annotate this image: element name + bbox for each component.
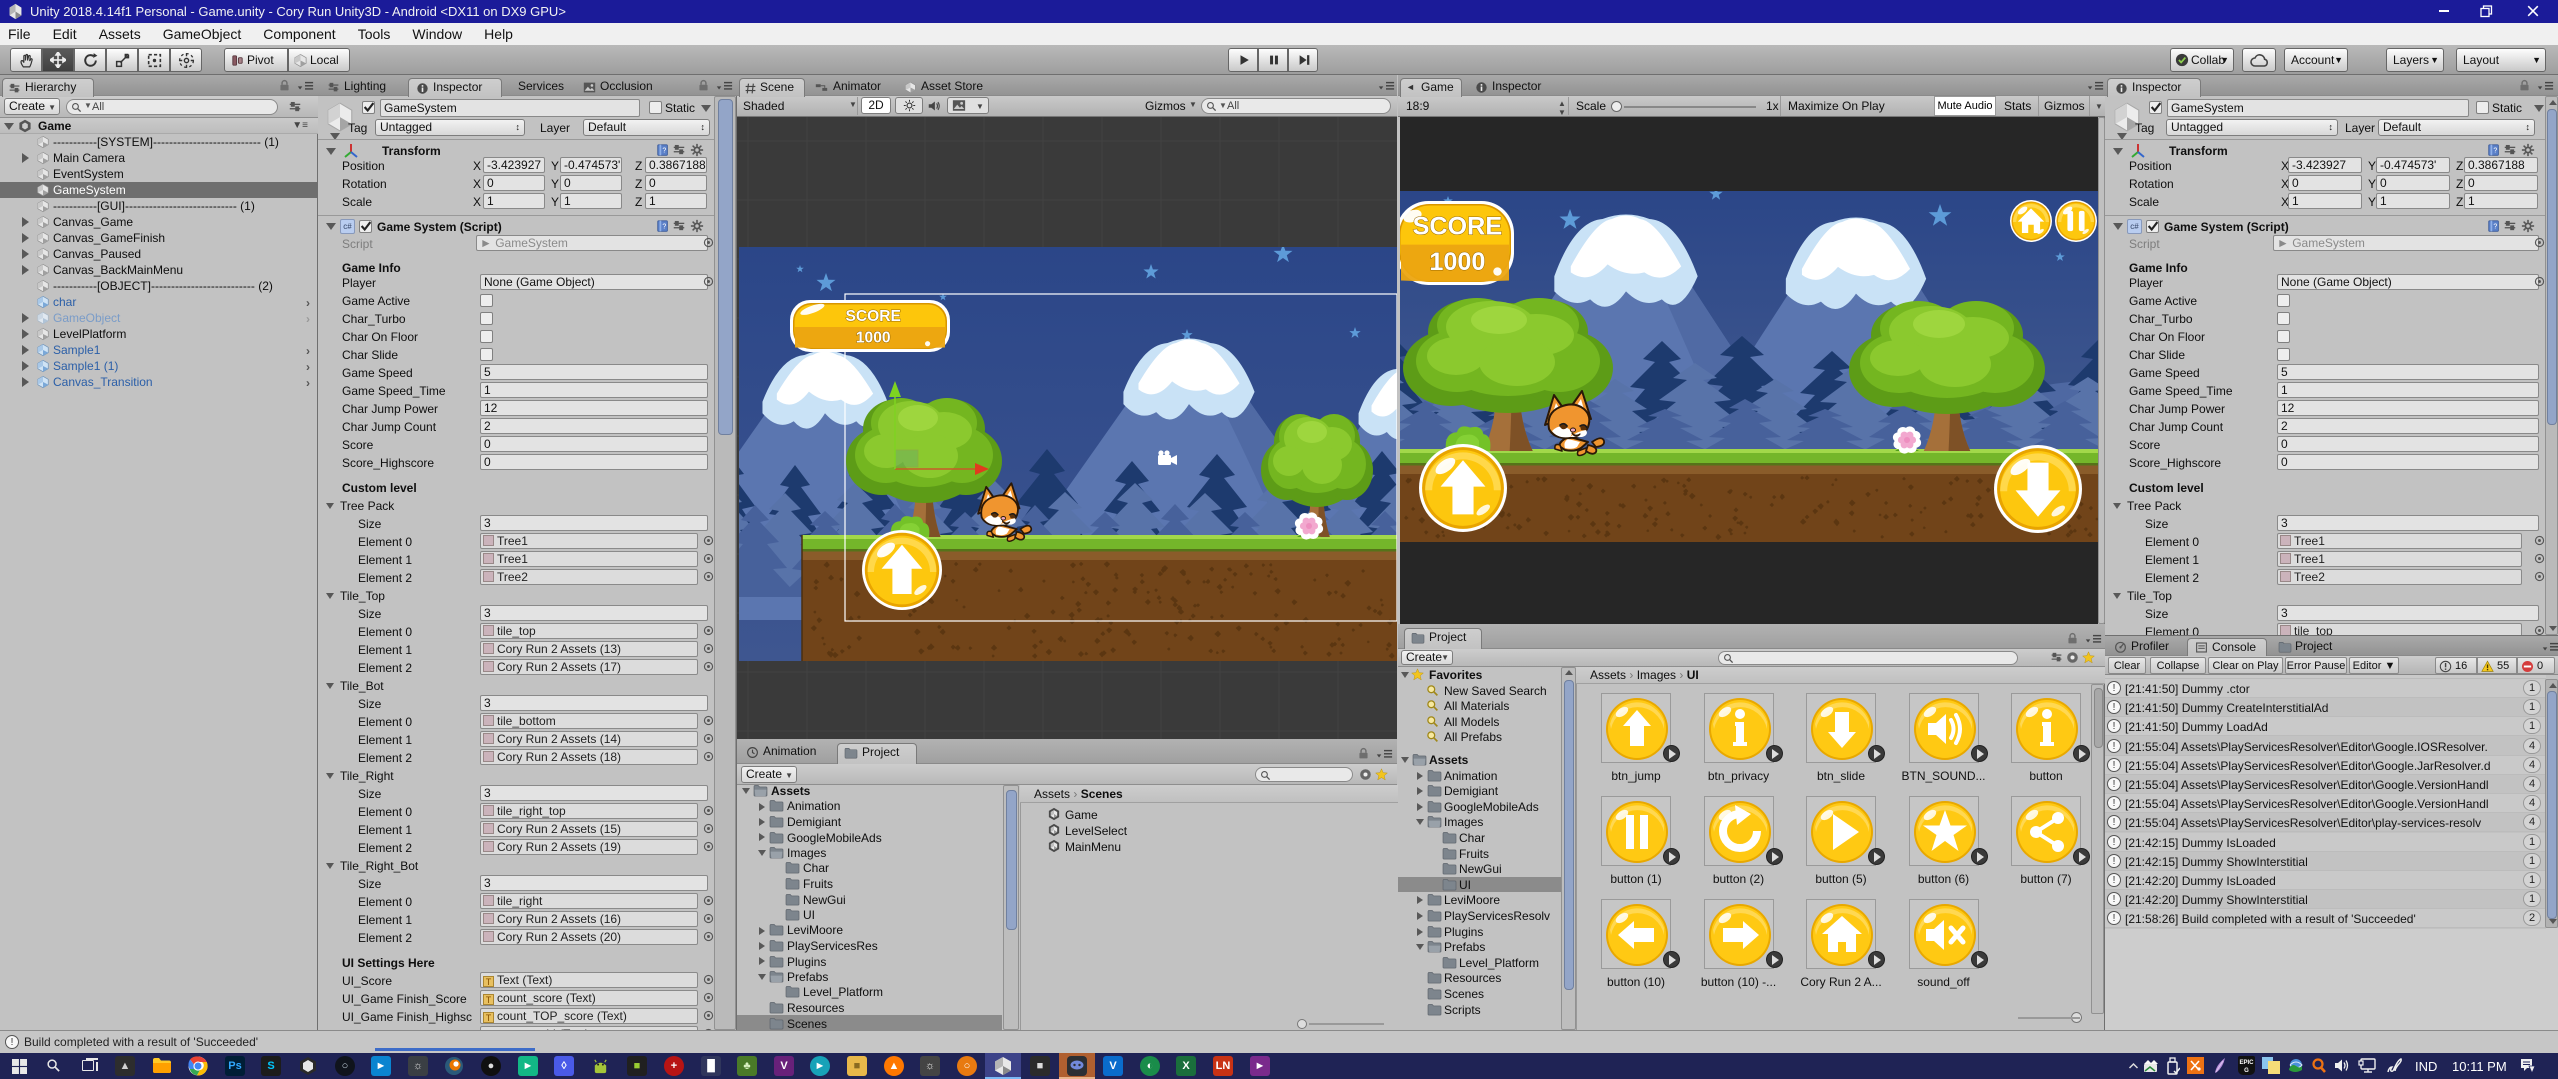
svg-text:SCORE: SCORE — [845, 308, 900, 325]
svg-text:1000: 1000 — [1429, 248, 1485, 276]
svg-text:SCORE: SCORE — [1413, 213, 1503, 241]
svg-text:1000: 1000 — [856, 330, 891, 347]
